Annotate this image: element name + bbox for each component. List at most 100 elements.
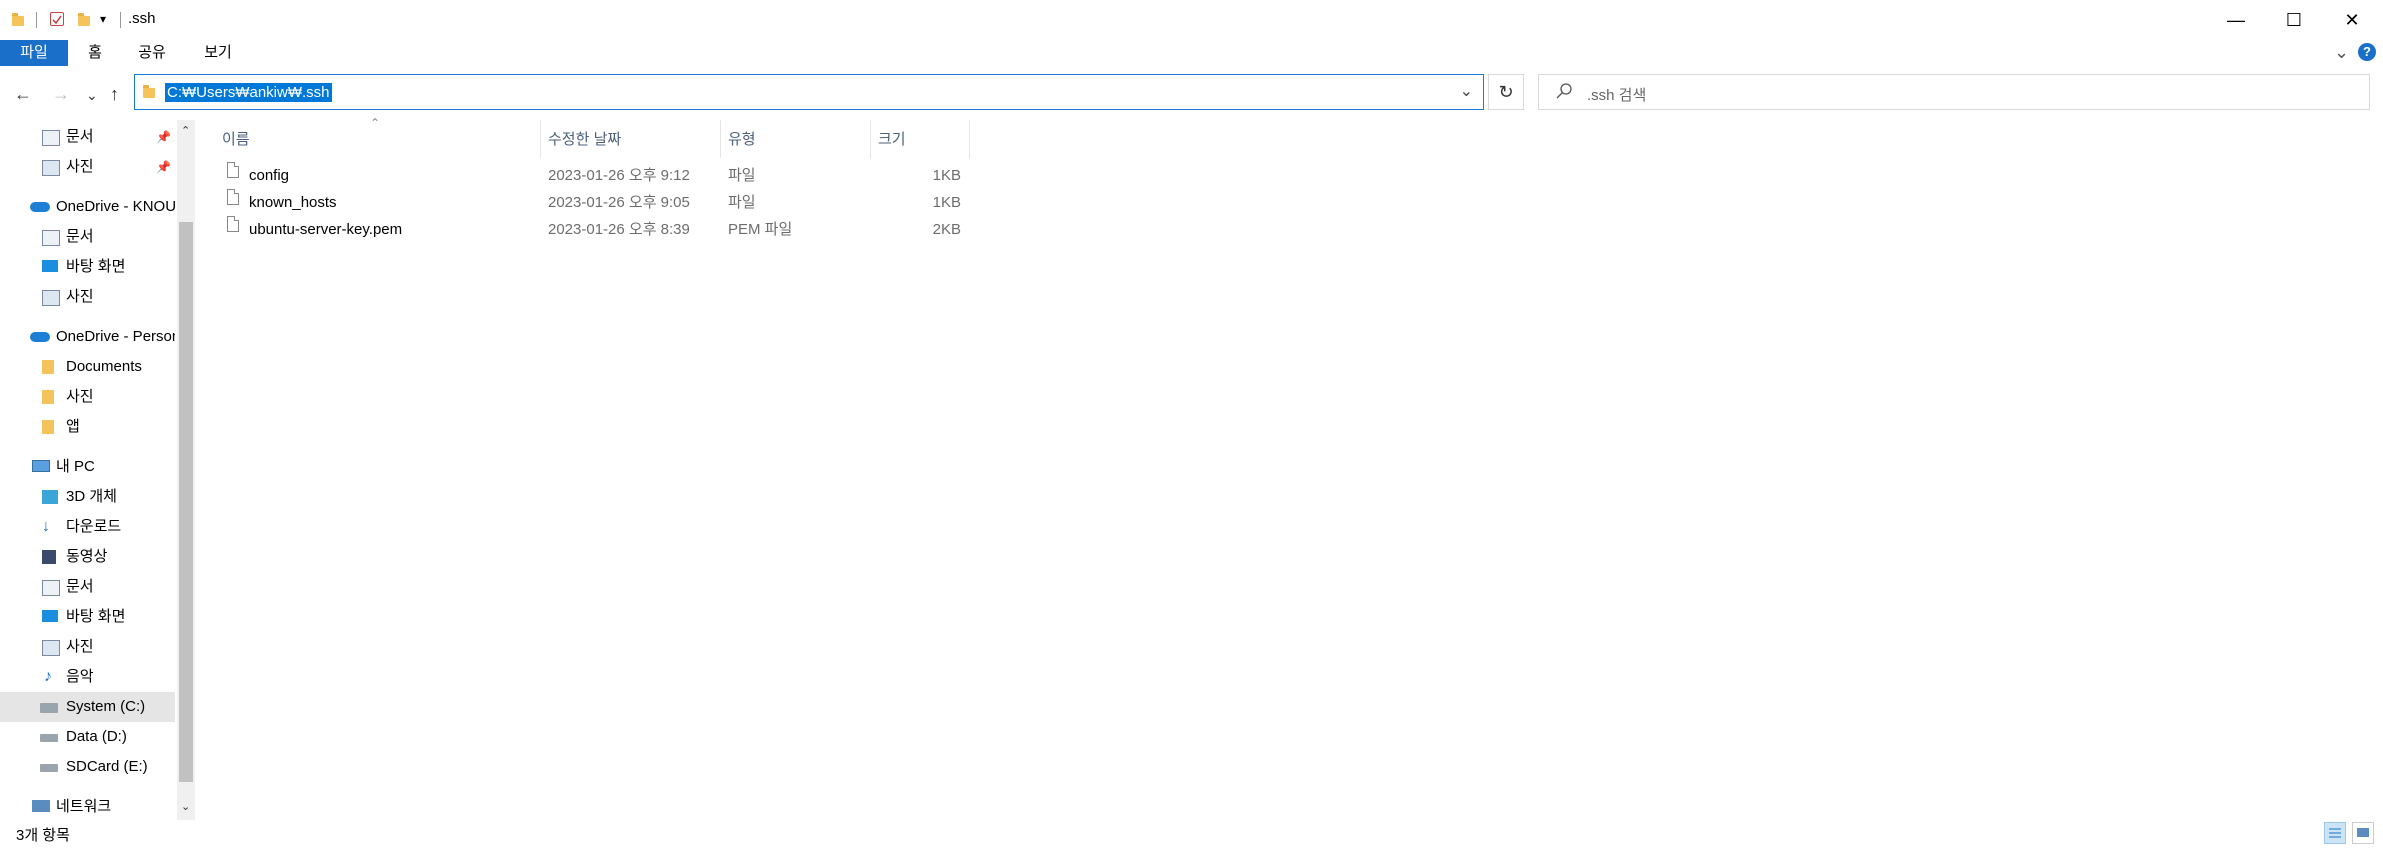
nav-item-this-pc[interactable]: 내 PC [0, 452, 175, 482]
pictures-icon [42, 640, 60, 656]
nav-item-pictures-pinned[interactable]: 사진 📌 [0, 152, 175, 182]
back-icon[interactable]: ← [14, 84, 32, 105]
drive-icon [40, 764, 58, 772]
nav-item-system-c[interactable]: System (C:) [0, 692, 175, 722]
pin-icon: 📌 [156, 160, 171, 174]
nav-item-network[interactable]: 네트워크 [0, 792, 175, 822]
pictures-icon [42, 160, 60, 176]
navigation-pane: 문서 📌 사진 📌 OneDrive - KNOU 문서 바탕 화면 사진 On… [0, 120, 175, 820]
minimize-button[interactable]: — [2207, 0, 2265, 40]
column-divider[interactable] [540, 120, 541, 158]
nav-item-od-pictures[interactable]: 사진 [0, 382, 175, 412]
details-view-icon[interactable] [2324, 822, 2346, 844]
title-bar: ▾ .ssh — ☐ ✕ [0, 0, 2383, 40]
forward-icon[interactable]: → [52, 84, 70, 105]
nav-item-documents-pinned[interactable]: 문서 📌 [0, 122, 175, 152]
new-folder-icon[interactable] [78, 13, 90, 26]
address-bar[interactable]: C:₩Users₩ankiw₩.ssh ⌄ [134, 74, 1484, 110]
large-icons-view-icon[interactable] [2352, 822, 2374, 844]
nav-item-od-documents[interactable]: Documents [0, 352, 175, 382]
file-modified: 2023-01-26 오후 9:12 [548, 167, 690, 184]
nav-item-videos[interactable]: 동영상 [0, 542, 175, 572]
3d-objects-icon [42, 490, 58, 504]
onedrive-icon [30, 332, 50, 342]
file-icon [227, 162, 239, 178]
tab-view[interactable]: 보기 [200, 40, 236, 66]
column-header-modified[interactable]: 수정한 날짜 [548, 127, 621, 153]
column-header-type[interactable]: 유형 [728, 127, 756, 153]
separator [36, 12, 37, 28]
file-size: 1KB [932, 167, 961, 184]
column-divider[interactable] [969, 120, 970, 158]
desktop-icon [42, 260, 58, 272]
file-size: 2KB [932, 221, 961, 238]
folder-icon [42, 390, 54, 404]
file-name: config [249, 167, 290, 184]
close-button[interactable]: ✕ [2323, 0, 2381, 40]
nav-item-3d-objects[interactable]: 3D 개체 [0, 482, 175, 512]
file-row[interactable]: ubuntu-server-key.pem 2023-01-26 오후 8:39… [222, 216, 967, 243]
scroll-down-icon[interactable]: ⌄ [181, 800, 190, 813]
nav-item-documents[interactable]: 문서 [0, 222, 175, 252]
column-header-size[interactable]: 크기 [878, 127, 906, 153]
file-name: known_hosts [249, 194, 337, 211]
nav-item-desktop-2[interactable]: 바탕 화면 [0, 602, 175, 632]
document-icon [42, 130, 60, 146]
nav-item-desktop[interactable]: 바탕 화면 [0, 252, 175, 282]
column-header-name[interactable]: 이름 [222, 127, 250, 153]
up-icon[interactable]: ↑ [110, 84, 119, 105]
customize-quick-access-icon[interactable]: ▾ [100, 12, 106, 26]
maximize-button[interactable]: ☐ [2265, 0, 2323, 40]
file-type: 파일 [728, 167, 756, 184]
recent-locations-icon[interactable]: ⌄ [86, 87, 98, 104]
network-icon [32, 800, 50, 812]
properties-icon[interactable] [50, 12, 64, 26]
file-size: 1KB [932, 194, 961, 211]
nav-item-documents-2[interactable]: 문서 [0, 572, 175, 602]
document-icon [42, 580, 60, 596]
file-icon [227, 189, 239, 205]
nav-item-music[interactable]: ♪ 음악 [0, 662, 175, 692]
tab-share[interactable]: 공유 [134, 40, 170, 66]
ribbon-expand-icon[interactable]: ⌄ [2334, 42, 2349, 63]
drive-icon [40, 703, 58, 713]
nav-item-od-apps[interactable]: 앱 [0, 412, 175, 442]
nav-item-pictures[interactable]: 사진 [0, 282, 175, 312]
desktop-icon [42, 610, 58, 622]
file-row[interactable]: config 2023-01-26 오후 9:12 파일 1KB [222, 162, 967, 189]
nav-item-downloads[interactable]: ↓ 다운로드 [0, 512, 175, 542]
file-row[interactable]: known_hosts 2023-01-26 오후 9:05 파일 1KB [222, 189, 967, 216]
scroll-up-icon[interactable]: ⌃ [181, 124, 190, 137]
nav-scrollbar[interactable]: ⌃ ⌄ [177, 120, 195, 820]
address-dropdown-icon[interactable]: ⌄ [1460, 81, 1473, 101]
navigation-bar: ← → ⌄ ↑ C:₩Users₩ankiw₩.ssh ⌄ ↻ .ssh 검색 [0, 70, 2383, 120]
file-name: ubuntu-server-key.pem [249, 221, 403, 238]
nav-item-onedrive-knou[interactable]: OneDrive - KNOU [0, 192, 175, 222]
address-path[interactable]: C:₩Users₩ankiw₩.ssh [165, 83, 332, 102]
sort-ascending-icon: ⌃ [370, 116, 381, 130]
nav-item-onedrive-personal[interactable]: OneDrive - Personal [0, 322, 175, 352]
nav-item-pictures-2[interactable]: 사진 [0, 632, 175, 662]
file-type: PEM 파일 [728, 221, 793, 238]
help-icon[interactable]: ? [2358, 43, 2376, 61]
column-divider[interactable] [720, 120, 721, 158]
file-icon [227, 216, 239, 232]
scrollbar-thumb[interactable] [179, 222, 193, 782]
folder-icon [12, 13, 24, 26]
pin-icon: 📌 [156, 130, 171, 144]
file-modified: 2023-01-26 오후 9:05 [548, 194, 690, 211]
column-divider[interactable] [870, 120, 871, 158]
music-icon: ♪ [44, 668, 52, 685]
tab-home[interactable]: 홈 [80, 40, 110, 66]
drive-icon [40, 734, 58, 742]
status-item-count: 3개 항목 [16, 827, 70, 844]
search-box[interactable]: .ssh 검색 [1538, 74, 2370, 110]
ribbon-tabs: 파일 홈 공유 보기 ⌄ ? [0, 40, 2383, 68]
file-type: 파일 [728, 194, 756, 211]
search-input[interactable]: .ssh 검색 [1587, 84, 1646, 105]
separator [120, 12, 121, 28]
nav-item-sdcard-e[interactable]: SDCard (E:) [0, 752, 175, 782]
tab-file[interactable]: 파일 [0, 40, 68, 66]
refresh-button[interactable]: ↻ [1488, 74, 1524, 110]
nav-item-data-d[interactable]: Data (D:) [0, 722, 175, 752]
